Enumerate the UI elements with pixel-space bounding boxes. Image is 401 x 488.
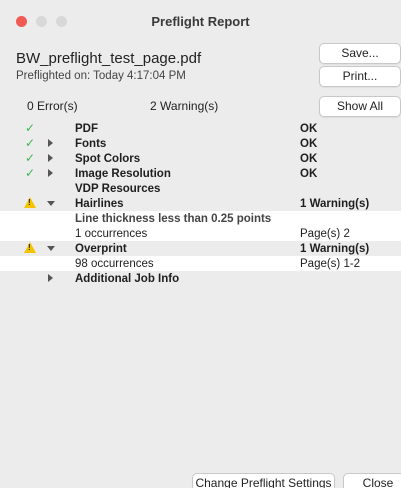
list-item[interactable]: ✓ Spot Colors OK [0, 151, 401, 166]
check-icon: ✓ [24, 151, 36, 165]
check-icon: ✓ [24, 136, 36, 150]
warning-icon [24, 197, 36, 208]
check-icon: ✓ [24, 121, 36, 135]
list-item[interactable]: Hairlines 1 Warning(s) [0, 196, 401, 211]
disclosure-triangle-icon[interactable] [48, 139, 53, 147]
disclosure-triangle-icon[interactable] [47, 201, 55, 206]
change-preflight-settings-button[interactable]: Change Preflight Settings [192, 473, 335, 488]
list-item[interactable]: Line thickness less than 0.25 points [0, 211, 401, 226]
item-label: Fonts [75, 138, 107, 150]
item-result: OK [300, 168, 318, 180]
item-result: Page(s) 2 [300, 228, 350, 240]
show-all-button[interactable]: Show All [319, 96, 401, 117]
disclosure-triangle-icon[interactable] [48, 274, 53, 282]
list-item[interactable]: ✓ Fonts OK [0, 136, 401, 151]
list-item[interactable]: 98 occurrences Page(s) 1-2 [0, 256, 401, 271]
window-title: Preflight Report [151, 14, 250, 29]
item-label: VDP Resources [75, 183, 161, 195]
list-item[interactable]: ✓ PDF OK [0, 121, 401, 136]
warning-icon [24, 242, 36, 253]
disclosure-triangle-icon[interactable] [48, 169, 53, 177]
item-label: Line thickness less than 0.25 points [75, 213, 272, 225]
disclosure-triangle-icon[interactable] [47, 246, 55, 251]
item-label: Image Resolution [75, 168, 171, 180]
print-button[interactable]: Print... [319, 66, 401, 87]
item-label: Overprint [75, 243, 127, 255]
item-result: OK [300, 123, 318, 135]
file-name: BW_preflight_test_page.pdf [16, 50, 202, 67]
item-label: PDF [75, 123, 98, 135]
warning-count: 2 Warning(s) [150, 99, 219, 113]
list-item[interactable]: Overprint 1 Warning(s) [0, 241, 401, 256]
item-result: OK [300, 153, 318, 165]
item-label: Hairlines [75, 198, 124, 210]
close-button[interactable]: Close [343, 473, 401, 488]
list-item[interactable]: ✓ Image Resolution OK [0, 166, 401, 181]
title-bar: Preflight Report [0, 0, 401, 44]
save-button[interactable]: Save... [319, 43, 401, 64]
item-label: 1 occurrences [75, 228, 148, 240]
preflight-report-window: Preflight Report BW_preflight_test_page.… [0, 0, 401, 488]
list-item[interactable]: VDP Resources [0, 181, 401, 196]
item-result: Page(s) 1-2 [300, 258, 361, 270]
list-item[interactable]: Additional Job Info [0, 271, 401, 286]
item-label: Additional Job Info [75, 273, 180, 285]
preflighted-timestamp: Preflighted on: Today 4:17:04 PM [16, 70, 186, 82]
list-item[interactable]: 1 occurrences Page(s) 2 [0, 226, 401, 241]
report-list: ✓ PDF OK ✓ Fonts OK ✓ Spot Colors OK ✓ I… [0, 121, 401, 463]
error-count: 0 Error(s) [27, 99, 78, 113]
item-result: 1 Warning(s) [300, 198, 370, 210]
item-result: OK [300, 138, 318, 150]
item-label: 98 occurrences [75, 258, 154, 270]
item-result: 1 Warning(s) [300, 243, 370, 255]
check-icon: ✓ [24, 166, 36, 180]
disclosure-triangle-icon[interactable] [48, 154, 53, 162]
item-label: Spot Colors [75, 153, 141, 165]
